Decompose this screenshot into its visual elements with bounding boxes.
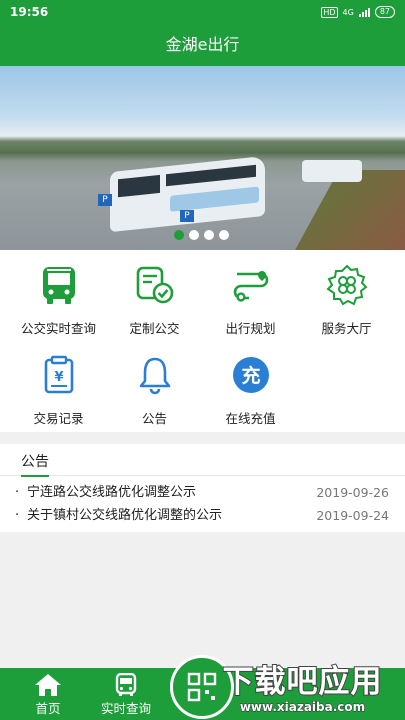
bullet-icon: · <box>15 485 20 500</box>
bell-icon <box>134 354 176 396</box>
signal-icon <box>358 7 370 17</box>
network-indicator: 4G <box>342 7 354 17</box>
notice-section: 公告 · 宁连路公交线路优化调整公示 2019-09-26 · 关于镇村公交线路… <box>0 444 405 532</box>
watermark: 下载吧应用 www.xiazaiba.com <box>200 652 405 720</box>
bus-icon <box>38 264 80 306</box>
hd-indicator: HD <box>321 6 338 18</box>
menu-label: 在线充值 <box>225 411 276 426</box>
notice-date: 2019-09-24 <box>316 508 389 523</box>
carousel-dot[interactable] <box>204 230 214 240</box>
bus-window <box>118 174 160 198</box>
custom-bus-icon <box>134 264 176 306</box>
watermark-text: 下载吧应用 <box>222 663 383 701</box>
menu-item-transaction-record[interactable]: ¥ 交易记录 <box>8 340 109 426</box>
menu-label: 定制公交 <box>129 321 180 336</box>
watermark-url: www.xiazaiba.com <box>239 700 366 715</box>
bus-stripe <box>170 186 259 212</box>
bus-window <box>166 164 256 187</box>
tab-home[interactable]: 首页 <box>8 668 88 720</box>
notice-title: 关于镇村公交线路优化调整的公示 <box>27 508 223 523</box>
home-icon <box>34 673 62 697</box>
page-title: 金湖e出行 <box>165 35 240 54</box>
menu-item-bus-realtime[interactable]: 公交实时查询 <box>8 250 109 336</box>
tab-label: 首页 <box>35 701 61 716</box>
notice-title: 宁连路公交线路优化调整公示 <box>27 485 197 500</box>
battery-icon: 87 <box>374 6 395 18</box>
status-icons: HD 4G 87 <box>321 6 395 18</box>
route-plan-icon <box>230 264 272 306</box>
menu-item-custom-bus[interactable]: 定制公交 <box>104 250 205 336</box>
notice-header: 公告 <box>0 444 405 477</box>
function-grid: 公交实时查询 定制公交 出行规划 服务大厅 ¥ 交易记录 公告 充 在线充值 <box>0 250 405 432</box>
menu-label: 出行规划 <box>225 321 276 336</box>
bus-icon <box>112 672 140 697</box>
parking-sign-icon: P <box>180 210 194 222</box>
recharge-icon-text: 充 <box>241 364 260 387</box>
parking-sign-icon: P <box>98 194 112 206</box>
menu-label: 公告 <box>141 411 167 426</box>
recharge-icon: 充 <box>230 354 272 396</box>
tab-realtime[interactable]: 实时查询 <box>86 668 166 720</box>
menu-label: 公交实时查询 <box>20 321 96 336</box>
menu-item-service-hall[interactable]: 服务大厅 <box>296 250 397 336</box>
transaction-record-icon: ¥ <box>38 354 80 396</box>
menu-item-recharge[interactable]: 充 在线充值 <box>200 340 301 426</box>
svg-text:¥: ¥ <box>54 370 63 385</box>
menu-label: 交易记录 <box>33 411 84 426</box>
bullet-icon: · <box>15 508 20 523</box>
menu-item-notice[interactable]: 公告 <box>104 340 205 426</box>
carousel-dot[interactable] <box>174 230 184 240</box>
carousel-dot[interactable] <box>219 230 229 240</box>
tab-label: 实时查询 <box>100 701 151 716</box>
carousel-indicator <box>174 230 229 240</box>
notice-item[interactable]: · 关于镇村公交线路优化调整的公示 2019-09-24 <box>0 505 405 527</box>
notice-date: 2019-09-26 <box>316 485 389 500</box>
status-time: 19:56 <box>10 5 49 19</box>
notice-item[interactable]: · 宁连路公交线路优化调整公示 2019-09-26 <box>0 482 405 504</box>
menu-label: 服务大厅 <box>321 321 372 336</box>
app-header: 金湖e出行 <box>0 24 405 66</box>
menu-item-route-plan[interactable]: 出行规划 <box>200 250 301 336</box>
banner-scenery <box>295 170 405 250</box>
banner-bus-image <box>302 160 362 182</box>
service-hall-icon <box>326 264 368 306</box>
carousel-dot[interactable] <box>189 230 199 240</box>
banner-carousel[interactable]: P P <box>0 66 405 250</box>
status-bar: 19:56 HD 4G 87 <box>0 0 405 24</box>
notice-tab[interactable]: 公告 <box>21 451 49 477</box>
